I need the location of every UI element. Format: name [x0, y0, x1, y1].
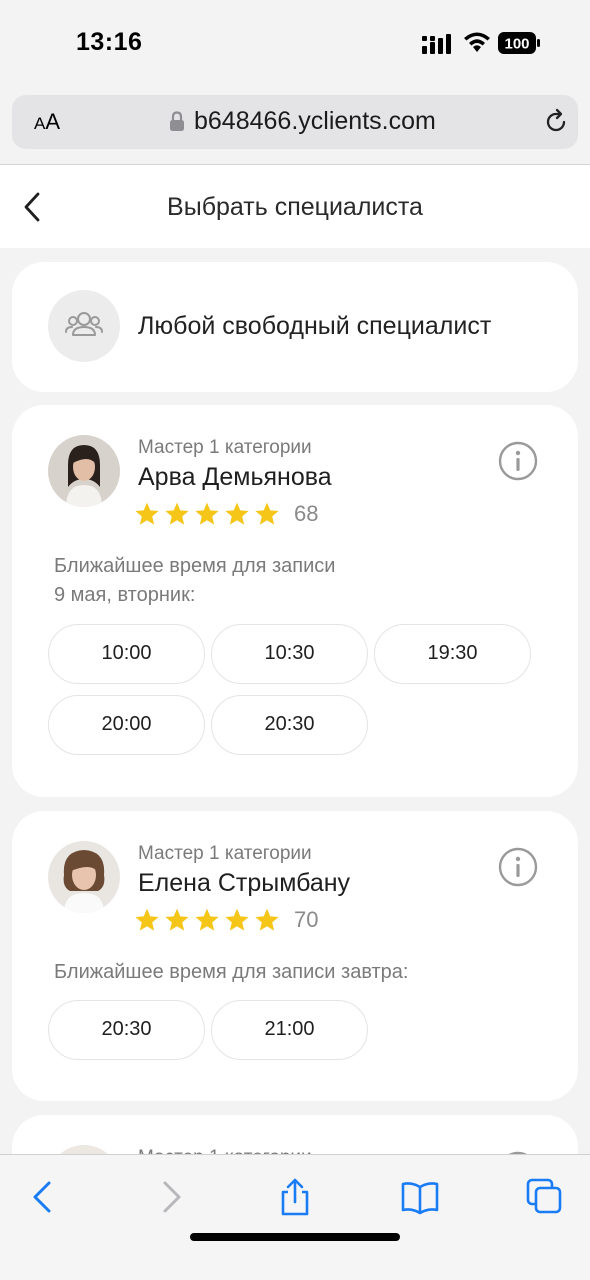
star-icon [135, 908, 159, 931]
star-icon [255, 502, 279, 525]
any-specialist-avatar [48, 290, 120, 362]
time-slot-button[interactable]: 10:00 [48, 624, 205, 684]
rating-stars: 70 [134, 907, 318, 933]
time-slot-button[interactable]: 19:30 [374, 624, 531, 684]
bookmarks-icon[interactable] [400, 1177, 440, 1217]
lock-icon [170, 111, 184, 131]
specialist-card[interactable]: Мастер 1 категории Елена Стрымбану 70 Бл… [12, 811, 578, 1101]
star-icon [165, 502, 189, 525]
battery-icon: 100 [498, 32, 540, 54]
nearest-date-line: 9 мая, вторник: [54, 584, 196, 606]
back-icon[interactable] [24, 1177, 64, 1217]
time-slot-button[interactable]: 10:30 [211, 624, 368, 684]
status-bar: 13:16 100 [0, 0, 590, 88]
share-icon[interactable] [275, 1177, 315, 1217]
nearest-time-label: Ближайшее время для записи завтра: [54, 961, 409, 983]
time-slot-button[interactable]: 20:30 [48, 1000, 205, 1060]
forward-icon [163, 1181, 181, 1213]
time-slot-button[interactable]: 20:30 [211, 695, 368, 755]
browser-toolbar [0, 1154, 590, 1280]
specialist-category: Мастер 1 категории [138, 437, 312, 458]
time-slot-button[interactable]: 21:00 [211, 1000, 368, 1060]
review-count: 68 [294, 501, 319, 526]
star-icon [225, 908, 249, 931]
specialist-name: Елена Стрымбану [138, 869, 351, 897]
specialist-avatar [48, 841, 120, 913]
reload-icon[interactable] [542, 108, 570, 136]
star-icon [195, 502, 219, 525]
reader-settings-button[interactable]: AA [34, 109, 60, 135]
nearest-time-line: Ближайшее время для записи [54, 555, 336, 577]
url-text[interactable]: b648466.yclients.com [194, 107, 436, 136]
page-title: Выбрать специалиста [167, 193, 423, 221]
specialist-category: Мастер 1 категории [138, 843, 312, 864]
any-specialist-card[interactable]: Любой свободный специалист [12, 262, 578, 392]
star-icon [255, 908, 279, 931]
star-icon [225, 502, 249, 525]
star-icon [135, 502, 159, 525]
rating-stars: 68 [134, 501, 318, 527]
battery-level: 100 [504, 36, 529, 53]
address-bar[interactable]: AA b648466.yclients.com [12, 95, 578, 149]
star-icon [195, 908, 219, 931]
wifi-icon [464, 32, 490, 52]
group-icon [65, 312, 103, 336]
any-specialist-label: Любой свободный специалист [138, 312, 492, 340]
specialist-avatar [48, 435, 120, 507]
home-indicator [190, 1233, 400, 1241]
page-header: Выбрать специалиста [0, 165, 590, 248]
review-count: 70 [294, 907, 319, 932]
info-icon[interactable] [498, 847, 538, 887]
cellular-signal-icon [422, 34, 451, 54]
nearest-time-label: Ближайшее время для записи 9 мая, вторни… [54, 552, 335, 610]
time-slot-button[interactable]: 20:00 [48, 695, 205, 755]
tabs-icon[interactable] [525, 1177, 565, 1217]
status-time: 13:16 [76, 28, 143, 56]
specialist-name: Арва Демьянова [138, 463, 332, 491]
info-icon[interactable] [498, 441, 538, 481]
specialist-card[interactable]: Мастер 1 категории Арва Демьянова 68 Бли… [12, 405, 578, 797]
star-icon [165, 908, 189, 931]
